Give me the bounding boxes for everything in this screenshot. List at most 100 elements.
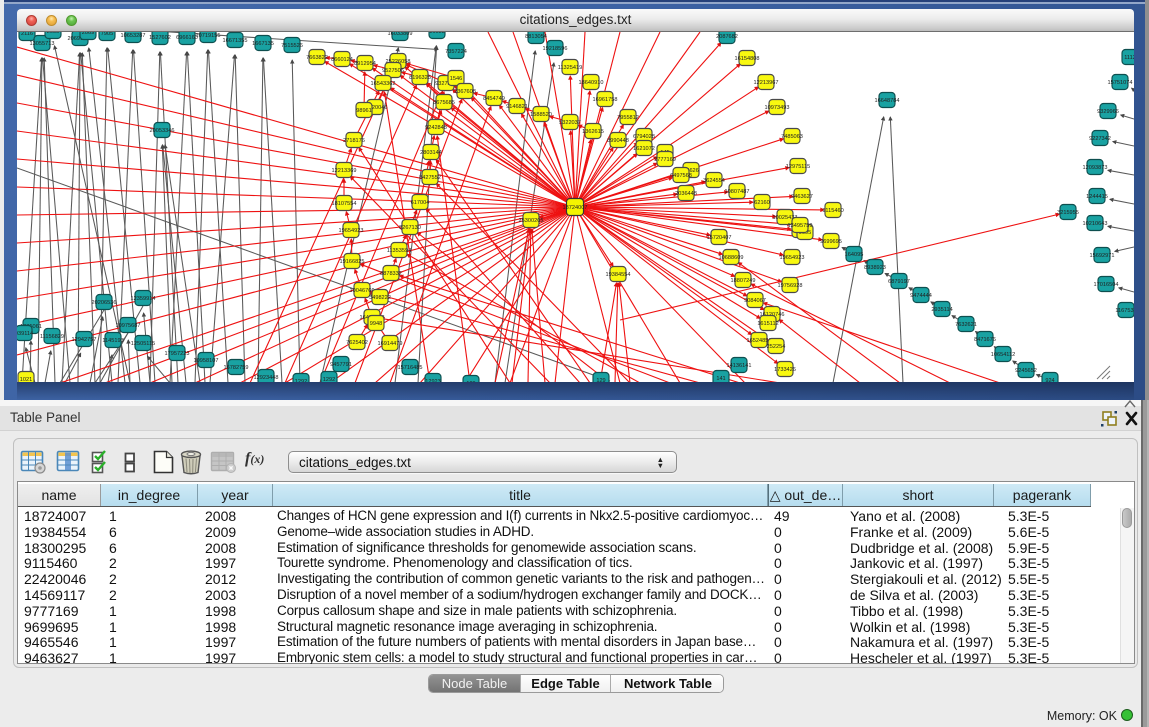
svg-text:12505115: 12505115 xyxy=(131,341,155,347)
svg-text:2069: 2069 xyxy=(82,32,94,36)
svg-text:9245652: 9245652 xyxy=(1015,368,1037,374)
svg-text:62160: 62160 xyxy=(754,200,770,206)
svg-text:7955812: 7955812 xyxy=(617,115,639,121)
svg-text:9699695: 9699695 xyxy=(820,239,842,245)
svg-text:2367608: 2367608 xyxy=(454,89,476,95)
svg-text:1588520: 1588520 xyxy=(530,112,552,118)
svg-text:15716485: 15716485 xyxy=(398,365,423,371)
svg-text:1244415: 1244415 xyxy=(1086,194,1108,200)
svg-text:10046766: 10046766 xyxy=(350,288,375,294)
svg-text:1667135: 1667135 xyxy=(252,41,274,47)
svg-text:10807487: 10807487 xyxy=(725,189,750,195)
svg-text:16961758: 16961758 xyxy=(593,97,618,103)
svg-text:16648784: 16648784 xyxy=(875,98,900,104)
svg-text:18807249: 18807249 xyxy=(731,278,756,284)
svg-text:16671355: 16671355 xyxy=(223,38,248,44)
svg-text:13495759: 13495759 xyxy=(788,223,813,229)
svg-text:7357224: 7357224 xyxy=(445,49,467,55)
svg-text:20053346: 20053346 xyxy=(150,128,175,134)
svg-text:10973493: 10973493 xyxy=(765,105,790,111)
svg-text:15692971: 15692971 xyxy=(1090,253,1115,259)
svg-text:16033809: 16033809 xyxy=(388,32,413,37)
svg-text:1527602: 1527602 xyxy=(149,35,171,41)
svg-text:17016504: 17016504 xyxy=(1094,282,1119,288)
svg-text:19654923: 19654923 xyxy=(780,255,805,261)
svg-text:3215955: 3215955 xyxy=(1057,210,1079,216)
svg-text:12359914: 12359914 xyxy=(131,296,156,302)
svg-text:9457791: 9457791 xyxy=(330,362,352,368)
svg-text:1615112: 1615112 xyxy=(757,321,778,327)
svg-text:8427552: 8427552 xyxy=(419,175,441,181)
svg-text:12942757: 12942757 xyxy=(72,337,97,343)
svg-text:16782759: 16782759 xyxy=(224,365,249,371)
svg-text:16154808: 16154808 xyxy=(735,56,760,62)
svg-text:8938923: 8938923 xyxy=(864,265,886,271)
svg-text:16033: 16033 xyxy=(429,32,445,35)
svg-text:7515526: 7515526 xyxy=(281,43,303,49)
svg-text:1621072: 1621072 xyxy=(633,146,655,152)
svg-text:16543362: 16543362 xyxy=(371,81,396,87)
svg-text:5322037: 5322037 xyxy=(559,120,581,126)
svg-text:9329966: 9329966 xyxy=(1097,109,1119,115)
svg-text:10653287: 10653287 xyxy=(121,33,146,39)
svg-text:9474444: 9474444 xyxy=(910,293,932,299)
svg-text:12213967: 12213967 xyxy=(754,80,779,86)
svg-text:19654923: 19654923 xyxy=(339,228,364,234)
svg-text:3675685: 3675685 xyxy=(433,100,455,106)
svg-text:7905: 7905 xyxy=(101,32,113,37)
svg-text:25300205: 25300205 xyxy=(519,218,544,224)
svg-text:11156829: 11156829 xyxy=(40,334,64,340)
svg-text:16914479: 16914479 xyxy=(378,341,403,347)
svg-text:8471676: 8471676 xyxy=(974,337,996,343)
svg-text:10654112: 10654112 xyxy=(991,352,1015,358)
svg-text:2718176: 2718176 xyxy=(343,138,365,144)
svg-text:2116: 2116 xyxy=(21,32,33,37)
svg-text:2055: 2055 xyxy=(47,32,59,35)
svg-text:2803144: 2803144 xyxy=(420,150,442,156)
svg-text:8660124: 8660124 xyxy=(331,57,353,63)
svg-text:9948: 9948 xyxy=(370,321,382,327)
svg-text:9242848: 9242848 xyxy=(425,125,447,131)
svg-text:2087682: 2087682 xyxy=(716,34,738,40)
svg-text:9227342: 9227342 xyxy=(1089,136,1111,142)
svg-text:12093873: 12093873 xyxy=(1083,165,1108,171)
svg-text:939114: 939114 xyxy=(17,331,33,337)
svg-text:11325419: 11325419 xyxy=(558,65,582,71)
svg-text:9115460: 9115460 xyxy=(822,208,843,214)
svg-text:10719155: 10719155 xyxy=(196,33,221,39)
svg-text:8990448: 8990448 xyxy=(607,138,629,144)
svg-text:18640910: 18640910 xyxy=(579,80,604,86)
svg-text:10958107: 10958107 xyxy=(194,358,219,364)
svg-text:252254: 252254 xyxy=(767,344,786,350)
svg-text:11353594: 11353594 xyxy=(387,248,411,254)
svg-text:1546: 1546 xyxy=(450,76,462,82)
svg-text:8878332: 8878332 xyxy=(380,271,402,277)
svg-text:18107554: 18107554 xyxy=(332,201,357,207)
svg-text:9527506: 9527506 xyxy=(382,68,404,74)
svg-text:7632621: 7632621 xyxy=(955,322,977,328)
svg-text:12923448: 12923448 xyxy=(254,375,279,381)
svg-text:8267130: 8267130 xyxy=(399,225,421,231)
svg-text:2935114: 2935114 xyxy=(931,307,952,313)
svg-text:1167533: 1167533 xyxy=(1115,308,1134,314)
svg-text:8196328: 8196328 xyxy=(409,75,431,81)
svg-text:19384554: 19384554 xyxy=(606,272,631,278)
svg-text:12975115: 12975115 xyxy=(786,164,810,170)
svg-text:15720407: 15720407 xyxy=(707,235,732,241)
svg-text:12213369: 12213369 xyxy=(332,168,357,174)
svg-text:19166825: 19166825 xyxy=(340,259,365,265)
svg-text:19218596: 19218596 xyxy=(543,46,568,52)
svg-text:6879197: 6879197 xyxy=(888,279,910,285)
svg-text:1733426: 1733426 xyxy=(774,367,796,373)
svg-text:1362615: 1362615 xyxy=(582,129,604,135)
svg-text:18724007: 18724007 xyxy=(563,205,588,211)
svg-text:98961: 98961 xyxy=(356,108,372,114)
svg-text:10210643: 10210643 xyxy=(1083,221,1108,227)
svg-text:3498222: 3498222 xyxy=(369,295,391,301)
svg-text:13055713: 13055713 xyxy=(30,41,55,47)
svg-text:9146821: 9146821 xyxy=(506,104,528,110)
svg-text:19756928: 19756928 xyxy=(778,283,803,289)
svg-text:7485063: 7485063 xyxy=(781,134,803,140)
svg-text:7625402: 7625402 xyxy=(346,340,368,346)
svg-text:1145193: 1145193 xyxy=(102,338,123,344)
